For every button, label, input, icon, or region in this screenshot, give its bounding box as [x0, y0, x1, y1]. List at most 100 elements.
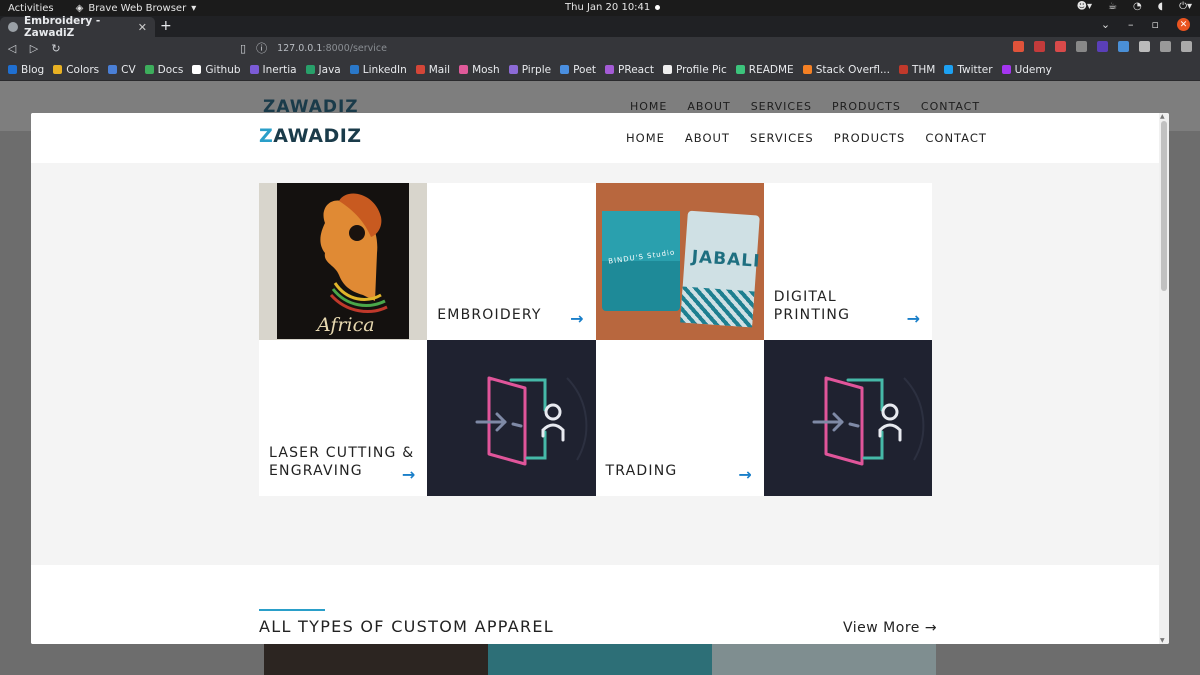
app-menu[interactable]: ◈ Brave Web Browser ▾ — [76, 3, 197, 14]
backdrop-image — [264, 644, 488, 675]
bookmark-stack-overfl[interactable]: Stack Overfl... — [802, 63, 890, 76]
scroll-down-icon[interactable]: ▼ — [1160, 637, 1165, 644]
bookmark-icon[interactable]: ▯ — [240, 42, 246, 55]
forward-button[interactable]: ▷ — [24, 42, 44, 55]
scroll-up-icon[interactable]: ▲ — [1160, 113, 1165, 120]
reload-button[interactable]: ↻ — [46, 42, 66, 55]
close-tab-icon[interactable]: ✕ — [138, 21, 147, 34]
modal-window: ZAWADIZ HOME ABOUT SERVICES PRODUCTS CON… — [31, 113, 1169, 644]
arrow-right-icon[interactable]: → — [570, 309, 583, 328]
scrollbar-thumb[interactable] — [1161, 121, 1167, 291]
notification-dot-icon — [655, 5, 661, 10]
tab-search-icon[interactable]: ⌄ — [1101, 18, 1110, 31]
bookmark-favicon-icon — [8, 65, 17, 74]
bookmark-favicon-icon — [415, 65, 425, 74]
power-icon[interactable]: ⏻▾ — [1179, 1, 1192, 12]
bookmark-favicon-icon — [508, 65, 518, 74]
coffee-icon[interactable]: ☕ — [1108, 1, 1117, 12]
apparel-section: ALL TYPES OF CUSTOM APPAREL View More → — [31, 565, 1159, 644]
extension-red-icon[interactable] — [1055, 41, 1066, 52]
site-logo[interactable]: ZAWADIZ — [259, 125, 362, 147]
bookmark-label: Docs — [157, 63, 184, 76]
volume-icon[interactable]: ◖ — [1158, 1, 1163, 12]
bookmark-thm[interactable]: THM — [898, 64, 935, 76]
nav-home[interactable]: HOME — [626, 131, 665, 145]
bookmark-favicon-icon — [802, 65, 812, 74]
bookmark-cv[interactable]: CV — [108, 64, 136, 76]
info-icon: ⓘ — [256, 42, 268, 55]
bookmark-label: Stack Overfl... — [815, 63, 890, 76]
modal-scrollbar[interactable]: ▲ ▼ — [1159, 113, 1169, 644]
wifi-icon[interactable]: ◔ — [1133, 1, 1142, 12]
logo-text: AWADIZ — [273, 125, 362, 147]
arrow-right-icon[interactable]: → — [738, 465, 751, 484]
wallet-icon[interactable] — [1160, 41, 1171, 52]
extension-purple-icon[interactable] — [1097, 41, 1108, 52]
new-tab-button[interactable]: + — [160, 18, 172, 34]
bookmark-docs[interactable]: Docs — [144, 63, 184, 76]
bookmark-pirple[interactable]: Pirple — [508, 64, 551, 76]
activities-button[interactable]: Activities — [8, 3, 54, 14]
backdrop-nav-contact: CONTACT — [920, 100, 981, 113]
trading-tile[interactable]: TRADING → — [595, 339, 764, 496]
bookmark-favicon-icon — [560, 65, 570, 74]
bookmark-inertia[interactable]: Inertia — [249, 64, 297, 76]
address-bar[interactable]: ▯ ⓘ 127.0.0.1:8000/service — [240, 40, 890, 56]
bookmark-favicon-icon — [1001, 65, 1011, 74]
extension-gray-icon[interactable] — [1076, 41, 1087, 52]
bookmark-readme[interactable]: README — [735, 64, 794, 76]
bookmark-label: CV — [121, 63, 136, 76]
close-window-button[interactable]: ✕ — [1177, 18, 1190, 31]
bookmark-poet[interactable]: Poet — [560, 64, 596, 76]
nav-services[interactable]: SERVICES — [750, 131, 814, 145]
bookmark-label: Mail — [428, 63, 451, 76]
bookmarks-bar: Blog Colors CV Docs Github Inertia Java LinkedI… — [0, 59, 1200, 81]
bookmark-github[interactable]: Github — [192, 64, 241, 76]
bookmark-twitter[interactable]: Twitter — [944, 64, 993, 76]
minimize-button[interactable]: – — [1128, 18, 1134, 31]
arrow-right-icon[interactable]: → — [907, 309, 920, 328]
nav-contact[interactable]: CONTACT — [925, 131, 987, 145]
backdrop-image — [488, 644, 712, 675]
bookmark-mail[interactable]: Mail — [415, 63, 451, 76]
extension-blue-icon[interactable] — [1118, 41, 1129, 52]
clock[interactable]: Thu Jan 20 10:41 — [565, 2, 661, 13]
url-host: 127.0.0.1 — [277, 42, 323, 54]
login-placeholder-image — [763, 339, 932, 496]
bookmark-label: Poet — [573, 63, 597, 76]
arrow-right-icon[interactable]: → — [402, 465, 415, 484]
back-button[interactable]: ◁ — [2, 42, 22, 55]
menu-icon[interactable] — [1181, 41, 1192, 52]
browser-tab[interactable]: Embroidery - ZawadiZ ✕ — [0, 15, 155, 39]
url-text[interactable]: 127.0.0.1:8000/service — [277, 43, 387, 54]
bookmark-mosh[interactable]: Mosh — [459, 64, 500, 76]
bookmark-blog[interactable]: Blog — [8, 64, 44, 76]
brave-rewards-icon[interactable] — [1034, 41, 1045, 52]
bookmark-udemy[interactable]: Udemy — [1001, 64, 1052, 76]
bookmark-linkedin[interactable]: LinkedIn — [349, 63, 407, 76]
app-menu-label: Brave Web Browser — [88, 2, 187, 14]
backdrop-nav-home: HOME — [630, 100, 668, 113]
tab-title: Embroidery - ZawadiZ — [24, 15, 101, 39]
puzzle-icon[interactable] — [1139, 41, 1150, 52]
backdrop-image-strip — [264, 644, 936, 675]
nav-products[interactable]: PRODUCTS — [834, 131, 906, 145]
login-door-icon — [812, 376, 925, 465]
bookmark-favicon-icon — [605, 65, 615, 74]
maximize-button[interactable]: ▫ — [1152, 18, 1159, 31]
backdrop-image — [712, 644, 936, 675]
system-tray[interactable]: ☻▾ ☕ ◔ ◖ ⏻▾ — [1077, 1, 1192, 12]
nav-about[interactable]: ABOUT — [685, 131, 730, 145]
bookmark-label: LinkedIn — [362, 63, 407, 76]
view-more-link[interactable]: View More → — [843, 620, 937, 636]
bookmark-label: Profile Pic — [676, 63, 727, 76]
embroidery-tile[interactable]: EMBROIDERY → — [427, 183, 596, 340]
laser-cutting-tile[interactable]: LASER CUTTING & ENGRAVING → — [259, 339, 428, 496]
emoji-icon[interactable]: ☻▾ — [1077, 1, 1092, 12]
bookmark-profile-pic[interactable]: Profile Pic — [663, 64, 727, 76]
bookmark-java[interactable]: Java — [305, 64, 341, 76]
brave-shields-icon[interactable] — [1013, 41, 1024, 52]
digital-printing-tile[interactable]: DIGITAL PRINTING → — [763, 183, 932, 340]
bookmark-preact[interactable]: PReact — [605, 64, 654, 76]
bookmark-colors[interactable]: Colors — [53, 64, 99, 76]
